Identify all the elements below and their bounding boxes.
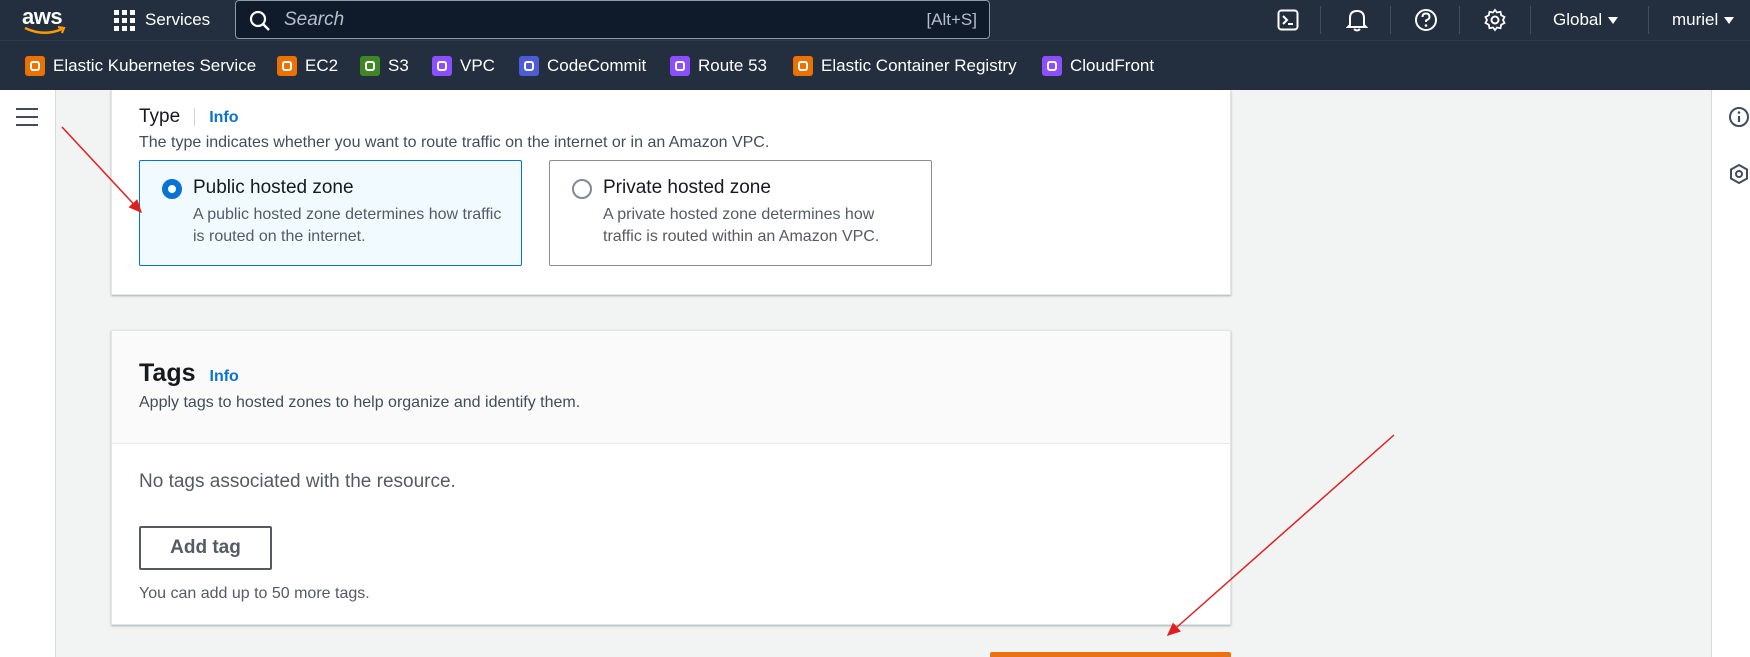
favorites-bar: Elastic Kubernetes Service EC2 S3 VPC Co… bbox=[0, 40, 1750, 90]
tags-header: Tags Info Apply tags to hosted zones to … bbox=[112, 331, 1230, 444]
public-zone-description: A public hosted zone determines how traf… bbox=[193, 206, 502, 245]
search-input[interactable] bbox=[284, 1, 884, 38]
cloudfront-service-icon bbox=[1042, 56, 1062, 76]
top-navigation: aws Services [Alt+S] bbox=[0, 0, 1750, 40]
codecommit-service-icon bbox=[519, 56, 539, 76]
tags-section: Tags Info Apply tags to hosted zones to … bbox=[111, 330, 1231, 625]
account-menu[interactable]: muriel bbox=[1672, 0, 1735, 40]
right-side-rail bbox=[1711, 90, 1750, 657]
no-tags-message: No tags associated with the resource. bbox=[139, 471, 456, 492]
tag-limit-text: You can add up to 50 more tags. bbox=[139, 585, 370, 602]
favorite-s3[interactable]: S3 bbox=[360, 41, 409, 91]
region-selector[interactable]: Global bbox=[1553, 0, 1619, 40]
help-icon bbox=[1415, 9, 1437, 31]
ecr-service-icon bbox=[793, 56, 813, 76]
search-icon bbox=[249, 10, 270, 31]
private-zone-title: Private hosted zone bbox=[603, 177, 771, 198]
tags-title: Tags bbox=[139, 359, 196, 387]
public-hosted-zone-option[interactable]: Public hosted zone A public hosted zone … bbox=[139, 160, 522, 266]
type-label: Type bbox=[139, 106, 181, 127]
hexagon-panel-icon[interactable] bbox=[1728, 163, 1750, 185]
private-zone-description: A private hosted zone determines how tra… bbox=[603, 206, 880, 245]
favorite-label: EC2 bbox=[305, 56, 339, 75]
favorite-eks[interactable]: Elastic Kubernetes Service bbox=[25, 41, 256, 91]
notifications-button[interactable] bbox=[1337, 0, 1377, 40]
favorite-label: CodeCommit bbox=[547, 56, 647, 75]
private-zone-radio[interactable] bbox=[572, 179, 592, 199]
gear-icon bbox=[1484, 8, 1506, 32]
s3-service-icon bbox=[360, 56, 380, 76]
left-side-rail bbox=[0, 90, 56, 657]
create-hosted-zone-button[interactable] bbox=[990, 652, 1231, 657]
search-shortcut: [Alt+S] bbox=[926, 10, 977, 29]
help-button[interactable] bbox=[1406, 0, 1446, 40]
private-hosted-zone-option[interactable]: Private hosted zone A private hosted zon… bbox=[549, 160, 932, 266]
favorite-vpc[interactable]: VPC bbox=[432, 41, 495, 91]
favorite-label: Route 53 bbox=[698, 56, 767, 75]
settings-button[interactable] bbox=[1475, 0, 1515, 40]
tags-description: Apply tags to hosted zones to help organ… bbox=[139, 394, 581, 411]
info-panel-icon[interactable] bbox=[1728, 106, 1750, 128]
cloudshell-icon bbox=[1277, 9, 1299, 31]
hosted-zone-type-section: Type Info The type indicates whether you… bbox=[111, 90, 1231, 295]
public-zone-title: Public hosted zone bbox=[193, 177, 354, 198]
caret-down-icon bbox=[1608, 16, 1619, 24]
services-menu-button[interactable]: Services bbox=[114, 0, 210, 40]
favorite-label: VPC bbox=[460, 56, 495, 75]
favorite-ec2[interactable]: EC2 bbox=[277, 41, 338, 91]
services-label: Services bbox=[145, 10, 211, 29]
favorite-cloudfront[interactable]: CloudFront bbox=[1042, 41, 1154, 91]
favorite-label: CloudFront bbox=[1070, 56, 1155, 75]
public-zone-radio[interactable] bbox=[162, 179, 182, 199]
bell-icon bbox=[1346, 9, 1368, 32]
favorite-label: S3 bbox=[388, 56, 409, 75]
route53-service-icon bbox=[670, 56, 690, 76]
favorite-label: Elastic Kubernetes Service bbox=[53, 56, 257, 75]
user-label: muriel bbox=[1672, 10, 1719, 29]
region-label: Global bbox=[1553, 10, 1603, 29]
favorite-codecommit[interactable]: CodeCommit bbox=[519, 41, 646, 91]
type-info-link[interactable]: Info bbox=[209, 109, 238, 127]
eks-service-icon bbox=[25, 56, 45, 76]
caret-down-icon bbox=[1724, 16, 1735, 24]
type-description: The type indicates whether you want to r… bbox=[139, 134, 770, 151]
vpc-service-icon bbox=[432, 56, 452, 76]
ec2-service-icon bbox=[277, 56, 297, 76]
favorite-route53[interactable]: Route 53 bbox=[670, 41, 767, 91]
add-tag-button[interactable]: Add tag bbox=[139, 526, 272, 570]
tags-info-link[interactable]: Info bbox=[210, 368, 239, 386]
search-box[interactable]: [Alt+S] bbox=[235, 0, 990, 39]
aws-smile-icon bbox=[24, 26, 66, 34]
aws-logo[interactable]: aws bbox=[22, 4, 70, 36]
cloudshell-button[interactable] bbox=[1268, 0, 1308, 40]
hamburger-menu-icon[interactable] bbox=[16, 108, 38, 132]
favorite-ecr[interactable]: Elastic Container Registry bbox=[793, 41, 1017, 91]
grid-icon bbox=[114, 9, 135, 31]
favorite-label: Elastic Container Registry bbox=[821, 56, 1017, 75]
